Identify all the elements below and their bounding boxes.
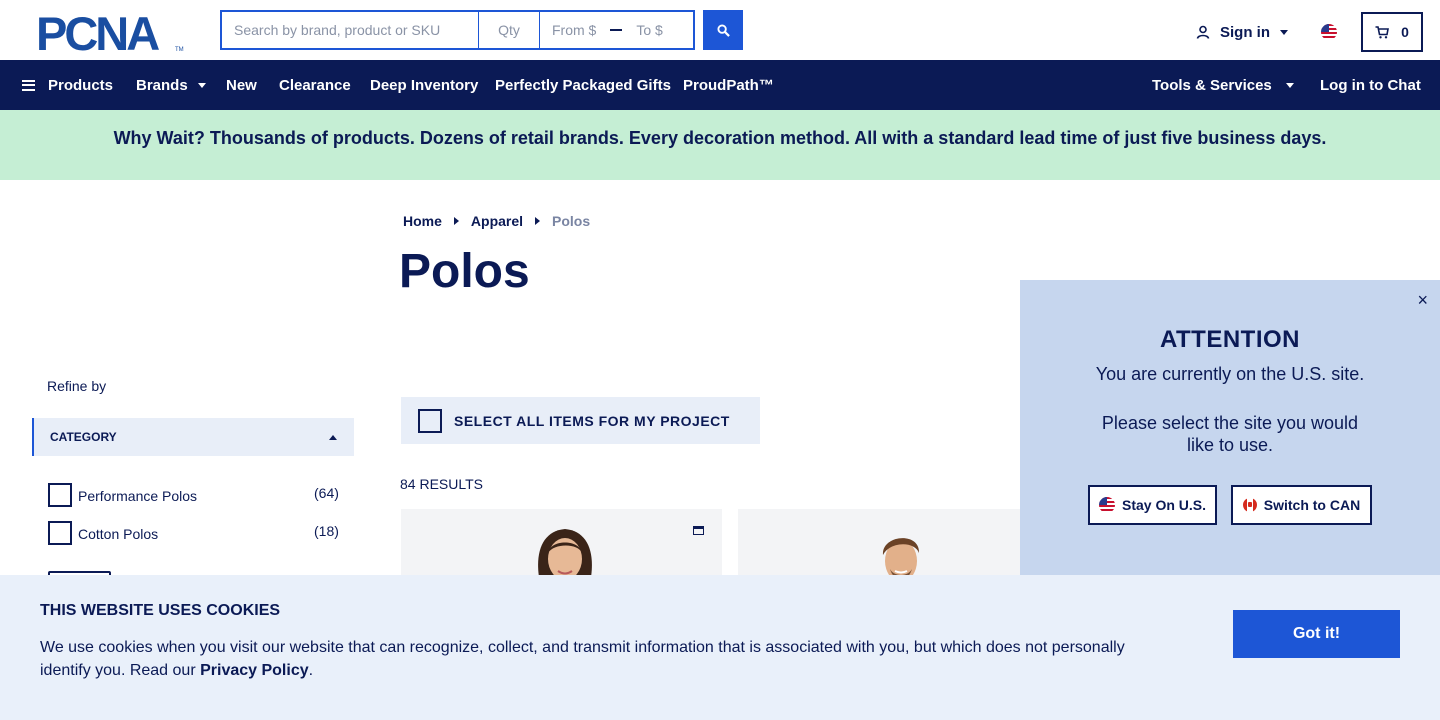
privacy-policy-link[interactable]: Privacy Policy — [200, 662, 309, 679]
results-count: 84 RESULTS — [400, 476, 483, 492]
switch-can-label: Switch to CAN — [1263, 497, 1361, 513]
switch-can-button[interactable]: Switch to CAN — [1231, 485, 1372, 525]
nav-products[interactable]: Products — [22, 60, 113, 110]
filter-checkbox[interactable] — [48, 521, 72, 545]
chevron-right-icon — [453, 217, 459, 225]
product-card[interactable] — [738, 509, 1059, 575]
stay-us-label: Stay On U.S. — [1121, 497, 1207, 513]
search-button[interactable] — [703, 10, 743, 50]
chevron-down-icon — [1280, 29, 1288, 35]
filter-count: (64) — [314, 485, 339, 501]
cookie-banner: THIS WEBSITE USES COOKIES We use cookies… — [0, 575, 1440, 720]
breadcrumb-current: Polos — [552, 213, 591, 229]
sign-in-menu[interactable]: Sign in — [1196, 20, 1288, 44]
search-placeholder: Search by brand, product or SKU — [234, 22, 441, 38]
popup-current-site: You are currently on the U.S. site. — [1095, 364, 1365, 384]
promo-banner: Why Wait? Thousands of products. Dozens … — [0, 110, 1440, 180]
chevron-right-icon — [535, 217, 541, 225]
nav-new[interactable]: New — [226, 60, 257, 110]
add-to-project-icon[interactable] — [693, 526, 704, 535]
nav-clearance[interactable]: Clearance — [279, 60, 351, 110]
select-all-checkbox[interactable] — [418, 408, 442, 433]
nav-gifts[interactable]: Perfectly Packaged Gifts — [495, 60, 671, 110]
promo-banner-text: Why Wait? Thousands of products. Dozens … — [113, 127, 1327, 148]
cookie-message: We use cookies when you visit our websit… — [40, 636, 1150, 682]
page-title: Polos — [399, 245, 530, 298]
sign-in-label: Sign in — [1220, 23, 1270, 41]
price-range-dash — [610, 29, 623, 31]
filter-option[interactable]: Performance Polos (64) — [48, 483, 354, 507]
nav-brands-label: Brands — [136, 76, 188, 94]
nav-tools-label: Tools & Services — [1152, 76, 1272, 94]
chevron-down-icon — [1285, 82, 1294, 88]
category-heading: CATEGORY — [50, 430, 117, 444]
price-from-placeholder: From $ — [552, 22, 597, 38]
nav-proudpath[interactable]: ProudPath™ — [683, 60, 774, 110]
filter-count: (18) — [314, 523, 339, 539]
us-flag-icon — [1098, 497, 1115, 513]
product-card[interactable] — [401, 509, 722, 575]
product-image — [882, 538, 920, 575]
svg-text:TM: TM — [175, 47, 184, 52]
breadcrumb-home[interactable]: Home — [403, 213, 442, 229]
filter-option[interactable]: Cotton Polos (18) — [48, 521, 354, 545]
category-filter-header[interactable]: CATEGORY — [32, 418, 354, 456]
search-icon — [716, 23, 730, 37]
nav-tools-services[interactable]: Tools & Services — [1152, 60, 1294, 110]
us-flag-icon[interactable] — [1321, 24, 1337, 40]
nav-products-label: Products — [48, 76, 114, 94]
nav-brands[interactable]: Brands — [136, 60, 206, 110]
product-image — [538, 529, 592, 575]
nav-chat-login[interactable]: Log in to Chat — [1320, 60, 1421, 110]
qty-input[interactable]: Qty — [478, 10, 540, 50]
search-input[interactable]: Search by brand, product or SKU — [220, 10, 479, 50]
nav-deep-inventory[interactable]: Deep Inventory — [370, 60, 478, 110]
stay-us-button[interactable]: Stay On U.S. — [1088, 485, 1217, 525]
filter-label: Performance Polos — [78, 488, 198, 504]
main-nav: Products Brands New Clearance Deep Inven… — [0, 60, 1440, 110]
cart-button[interactable]: 0 — [1361, 12, 1423, 52]
canada-flag-icon — [1242, 498, 1257, 512]
chevron-up-icon — [329, 435, 337, 440]
menu-icon — [22, 79, 35, 91]
accept-cookies-button[interactable]: Got it! — [1233, 610, 1400, 658]
svg-text:PCNA: PCNA — [36, 12, 159, 52]
popup-instruction: Please select the site you would like to… — [1101, 413, 1359, 455]
qty-placeholder: Qty — [498, 22, 520, 38]
site-selector-popup: × ATTENTION You are currently on the U.S… — [1020, 280, 1440, 575]
site-header: PCNA TM Search by brand, product or SKU … — [0, 0, 1440, 60]
select-all-label: SELECT ALL ITEMS FOR MY PROJECT — [454, 412, 730, 429]
price-to-placeholder: To $ — [636, 22, 663, 38]
breadcrumb-apparel[interactable]: Apparel — [471, 213, 523, 229]
filter-label: Cotton Polos — [78, 526, 159, 542]
filter-checkbox[interactable] — [48, 483, 72, 507]
cookie-heading: THIS WEBSITE USES COOKIES — [40, 602, 281, 619]
select-all-button[interactable]: SELECT ALL ITEMS FOR MY PROJECT — [401, 397, 760, 444]
chevron-down-icon — [197, 82, 206, 88]
user-icon — [1196, 25, 1210, 39]
breadcrumb: Home Apparel Polos — [403, 213, 590, 229]
popup-title: ATTENTION — [1159, 326, 1301, 353]
cookie-message-end: . — [308, 662, 314, 679]
refine-by-label: Refine by — [47, 378, 107, 394]
cart-count: 0 — [1401, 24, 1409, 40]
pcna-logo[interactable]: PCNA TM — [36, 12, 186, 52]
cart-icon — [1375, 25, 1390, 38]
close-icon[interactable]: × — [1417, 290, 1428, 311]
price-range-input[interactable]: From $ To $ — [539, 10, 695, 50]
